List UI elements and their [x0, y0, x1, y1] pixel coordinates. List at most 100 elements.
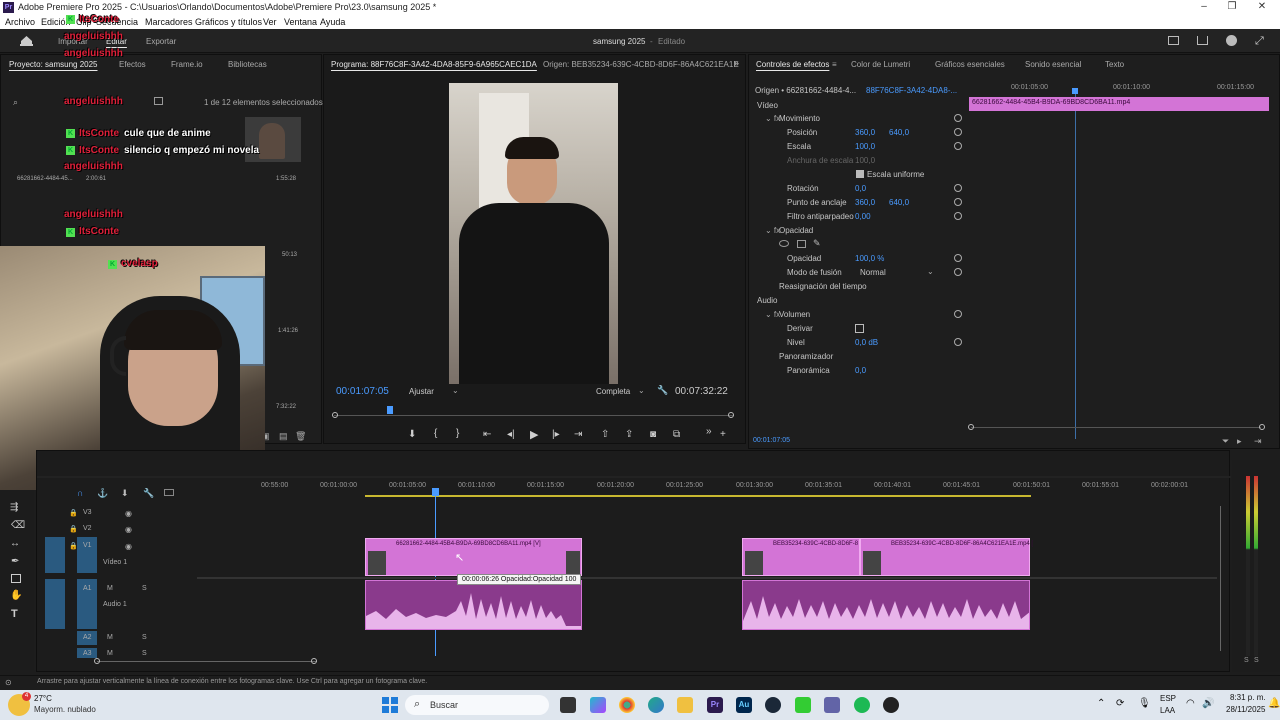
- extract-icon[interactable]: ⇪: [625, 429, 633, 440]
- ripple-edit-icon[interactable]: ⌫: [11, 520, 25, 531]
- obs-icon[interactable]: [883, 697, 899, 713]
- share-icon[interactable]: [1197, 36, 1208, 45]
- filtro-value[interactable]: 0,00: [855, 212, 871, 221]
- work-area-bar[interactable]: [365, 495, 1031, 497]
- filter-icon[interactable]: ⏷: [1222, 436, 1229, 447]
- timeline-playhead-marker[interactable]: [432, 488, 439, 496]
- solo-button[interactable]: S: [142, 585, 147, 592]
- collapse-icon[interactable]: ⌄ fx: [765, 114, 780, 123]
- ellipse-mask-icon[interactable]: [779, 240, 789, 247]
- posicion-y[interactable]: 640,0: [889, 128, 909, 137]
- premiere-taskbar-icon[interactable]: Pr: [707, 697, 723, 713]
- trash-icon[interactable]: 🗑: [295, 431, 306, 442]
- task-view-icon[interactable]: [560, 697, 576, 713]
- wifi-icon[interactable]: ◠: [1186, 698, 1195, 709]
- step-forward-icon[interactable]: |▸: [552, 429, 560, 440]
- fusion-dropdown[interactable]: Normal: [860, 268, 886, 277]
- solo-button[interactable]: S: [142, 634, 147, 641]
- clip-label[interactable]: 88F76C8F-3A42-4DA8-...: [866, 86, 957, 95]
- rect-mask-icon[interactable]: [797, 240, 806, 248]
- source-tab[interactable]: Origen: BEB35234-639C-4CBD-8D6F-86A4C621…: [543, 60, 739, 69]
- language-code[interactable]: ESP: [1160, 694, 1176, 703]
- more-icon[interactable]: »: [706, 426, 712, 437]
- chevron-up-icon[interactable]: ⌃: [1097, 698, 1105, 709]
- compare-icon[interactable]: ⧉: [673, 429, 680, 440]
- chrome-icon[interactable]: [619, 697, 635, 713]
- mute-button[interactable]: M: [107, 650, 113, 657]
- tab-sonido[interactable]: Sonido esencial: [1025, 60, 1081, 69]
- tab-effect-controls[interactable]: Controles de efectos: [756, 60, 829, 69]
- reset-icon[interactable]: [954, 184, 962, 192]
- captions-icon[interactable]: [164, 489, 174, 496]
- scroll-handle[interactable]: [311, 658, 317, 664]
- track-divider[interactable]: [197, 577, 1217, 579]
- ec-zoom-handle[interactable]: [968, 424, 974, 430]
- rectangle-tool-icon[interactable]: [11, 574, 21, 583]
- ec-zoom-handle[interactable]: [1259, 424, 1265, 430]
- edge-icon[interactable]: [648, 697, 664, 713]
- maximize-icon[interactable]: ❐: [1222, 1, 1242, 14]
- hand-icon[interactable]: ✋: [10, 590, 22, 601]
- wrench-icon[interactable]: 🔧: [143, 488, 154, 499]
- lock-icon[interactable]: 🔒: [69, 525, 78, 533]
- check-icon[interactable]: [1226, 35, 1237, 46]
- audio-clip[interactable]: [742, 580, 1030, 630]
- workspace-icon[interactable]: [1168, 36, 1179, 45]
- weather-desc[interactable]: Mayorm. nublado: [34, 705, 96, 714]
- source-patch-a1[interactable]: [45, 579, 65, 629]
- video-clip[interactable]: BEB35234-639C-4CBD-8D6F-86A4C621EA1E.mp4…: [860, 538, 1033, 576]
- track-select-icon[interactable]: ⇶: [10, 502, 18, 513]
- scrub-end-handle[interactable]: [728, 412, 734, 418]
- copilot-icon[interactable]: [590, 697, 606, 713]
- video-clip[interactable]: BEB35234-639C-4CBD-8D6F-8: [742, 538, 860, 576]
- fit-dropdown[interactable]: Ajustar: [409, 387, 434, 396]
- tab-texto[interactable]: Texto: [1105, 60, 1124, 69]
- panoramica-value[interactable]: 0,0: [855, 366, 866, 375]
- add-icon[interactable]: +: [720, 429, 726, 440]
- go-to-in-icon[interactable]: ⇤: [483, 429, 491, 440]
- current-timecode[interactable]: 00:01:07:05: [336, 386, 389, 397]
- mute-button[interactable]: M: [107, 634, 113, 641]
- timeline-h-scrollbar[interactable]: [97, 661, 317, 662]
- add-marker-icon[interactable]: ⬇: [408, 429, 416, 440]
- video-clip[interactable]: 66281662-4484-45B4-B9DA-69BD8CD6BA11.mp4…: [365, 538, 582, 576]
- mark-out-icon[interactable]: }: [456, 428, 459, 439]
- opacidad-value[interactable]: 100,0 %: [855, 254, 884, 263]
- solo-label[interactable]: S: [1254, 657, 1259, 664]
- tab-lumetri[interactable]: Color de Lumetri: [851, 60, 910, 69]
- collapse-icon[interactable]: ⌄ fx: [765, 226, 780, 235]
- audio-clip[interactable]: [365, 580, 582, 630]
- snap-icon[interactable]: ∩: [77, 488, 83, 498]
- export-icon[interactable]: ⇥: [1254, 436, 1262, 447]
- escala-value[interactable]: 100,0: [855, 142, 875, 151]
- step-back-icon[interactable]: ◂|: [507, 429, 515, 440]
- solo-label[interactable]: S: [1244, 657, 1249, 664]
- clock-time[interactable]: 8:31 p. m.: [1230, 693, 1266, 702]
- panel-menu-icon[interactable]: »: [734, 58, 739, 68]
- eye-icon[interactable]: ◉: [125, 509, 132, 518]
- marker-icon[interactable]: ⬇: [121, 488, 129, 499]
- rotacion-value[interactable]: 0,0: [855, 184, 866, 193]
- reset-icon[interactable]: [954, 268, 962, 276]
- solo-button[interactable]: S: [142, 650, 147, 657]
- taskbar-search[interactable]: ⌕ Buscar: [405, 695, 549, 715]
- derivar-checkbox[interactable]: [855, 324, 864, 333]
- ec-zoom-bar[interactable]: [971, 427, 1261, 428]
- anclaje-y[interactable]: 640,0: [889, 198, 909, 207]
- close-icon[interactable]: ✕: [1252, 1, 1272, 14]
- reset-icon[interactable]: [954, 338, 962, 346]
- slip-icon[interactable]: ↔: [10, 538, 20, 549]
- clock-date[interactable]: 28/11/2025: [1226, 705, 1265, 714]
- reset-icon[interactable]: [954, 128, 962, 136]
- weather-temp[interactable]: 27°C: [34, 694, 52, 703]
- ec-clip-bar[interactable]: 66281662-4484-45B4-B9DA-69BD8CD6BA11.mp4: [969, 97, 1269, 111]
- scrub-start-handle[interactable]: [332, 412, 338, 418]
- quality-dropdown[interactable]: Completa: [596, 387, 630, 396]
- mark-in-icon[interactable]: {: [434, 428, 437, 439]
- chevron-down-icon[interactable]: ⌄: [452, 386, 459, 395]
- fullscreen-icon[interactable]: ⤢: [1255, 35, 1264, 48]
- lock-icon[interactable]: 🔒: [69, 542, 78, 550]
- wrench-icon[interactable]: 🔧: [657, 385, 668, 396]
- timeline-v-scrollbar[interactable]: [1220, 506, 1221, 651]
- notification-icon[interactable]: 🔔: [1268, 698, 1280, 709]
